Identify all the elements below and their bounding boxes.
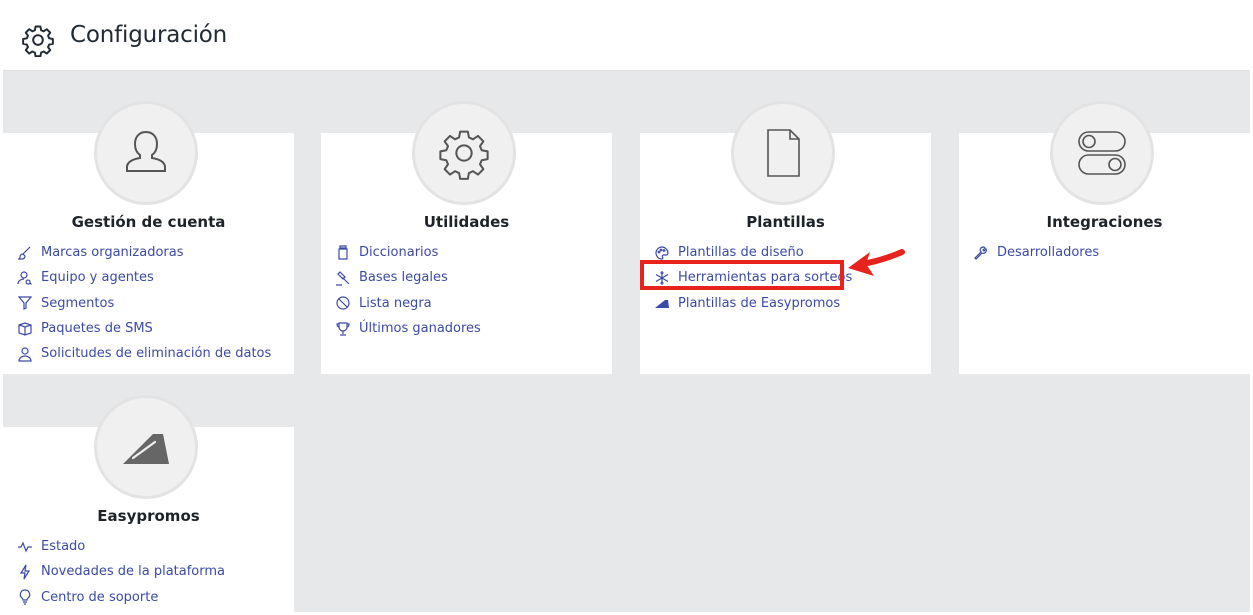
palette-icon [655,246,669,260]
link-label: Marcas organizadoras [41,245,184,261]
link-plantillas-diseno[interactable]: Plantillas de diseño [654,240,852,265]
package-icon [18,321,32,336]
link-label: Plantillas de Easypromos [678,295,841,311]
lightbulb-icon [19,589,31,605]
link-label: Herramientas para sorteos [678,270,853,286]
snowflake-icon [655,270,669,285]
link-ultimos-ganadores[interactable]: Últimos ganadores [335,316,481,341]
link-label: Segmentos [41,295,115,311]
link-marcas-organizadoras[interactable]: Marcas organizadoras [17,240,271,265]
link-centro-soporte[interactable]: Centro de soporte [17,585,225,610]
link-plantillas-easypromos[interactable]: Plantillas de Easypromos [654,291,852,316]
card-icon-circle [1050,101,1154,205]
settings-page: Configuración Gestión de cuenta Marcas o… [3,3,1250,612]
card-icon-circle [412,101,516,205]
link-label: Plantillas de diseño [678,245,804,261]
link-label: Lista negra [359,295,432,311]
card-links: Estado Novedades de la plataforma Centro… [17,534,225,610]
user-outline-icon [18,347,32,362]
card-icon-circle [94,395,198,499]
card-links: Diccionarios Bases legales Lista negra Ú… [335,240,481,341]
link-novedades-plataforma[interactable]: Novedades de la plataforma [17,559,225,584]
card-utilities: Utilidades Diccionarios Bases legales Li… [321,101,612,374]
link-desarrolladores[interactable]: Desarrolladores [973,240,1099,265]
page-header: Configuración [3,3,1250,71]
lightning-icon [19,564,31,580]
link-label: Últimos ganadores [359,321,481,337]
link-label: Estado [41,539,86,555]
link-herramientas-sorteos[interactable]: Herramientas para sorteos [654,265,852,290]
card-title: Gestión de cuenta [71,213,226,231]
document-icon [767,129,800,177]
link-label: Desarrolladores [997,245,1100,261]
gear-icon [439,130,489,180]
heartbeat-icon [18,541,32,553]
card-links: Desarrolladores [973,240,1099,265]
red-arrow-annotation [848,249,905,276]
link-label: Novedades de la plataforma [41,564,226,580]
brush-icon [17,246,31,260]
gavel-icon [336,271,350,286]
toggles-icon [1078,131,1126,175]
page-title: Configuración [70,22,228,48]
link-label: Equipo y agentes [41,270,154,286]
card-icon-circle [94,101,198,205]
easypromos-logo-icon [123,434,169,464]
wrench-icon [974,246,987,260]
filter-icon [17,296,33,311]
card-title: Integraciones [1046,213,1163,231]
link-label: Centro de soporte [41,589,159,605]
gear-icon [22,25,54,57]
link-diccionarios[interactable]: Diccionarios [335,240,481,265]
user-icon [126,130,166,172]
card-title: Plantillas [746,213,825,231]
easypromos-icon [655,300,669,309]
trophy-icon [336,321,350,336]
card-integrations: Integraciones Desarrolladores [959,101,1250,374]
card-account-management: Gestión de cuenta Marcas organizadoras E… [3,101,294,374]
link-estado[interactable]: Estado [17,534,225,559]
card-links: Plantillas de diseño Herramientas para s… [654,240,852,316]
link-solicitudes-eliminacion[interactable]: Solicitudes de eliminación de datos [17,341,271,366]
card-title: Utilidades [423,213,510,231]
block-icon [336,296,350,310]
user-search-icon [17,271,32,285]
link-label: Diccionarios [359,245,439,261]
card-easypromos: Easypromos Estado Novedades de la plataf… [3,395,294,612]
card-links: Marcas organizadoras Equipo y agentes Se… [17,240,271,366]
jar-icon [338,245,348,260]
card-icon-circle [731,101,835,205]
link-label: Paquetes de SMS [41,321,153,337]
link-label: Bases legales [359,270,448,286]
card-title: Easypromos [97,507,200,525]
link-lista-negra[interactable]: Lista negra [335,291,481,316]
link-bases-legales[interactable]: Bases legales [335,265,481,290]
link-segmentos[interactable]: Segmentos [17,291,271,316]
link-paquetes-sms[interactable]: Paquetes de SMS [17,316,271,341]
link-equipo-agentes[interactable]: Equipo y agentes [17,265,271,290]
link-label: Solicitudes de eliminación de datos [41,346,272,362]
